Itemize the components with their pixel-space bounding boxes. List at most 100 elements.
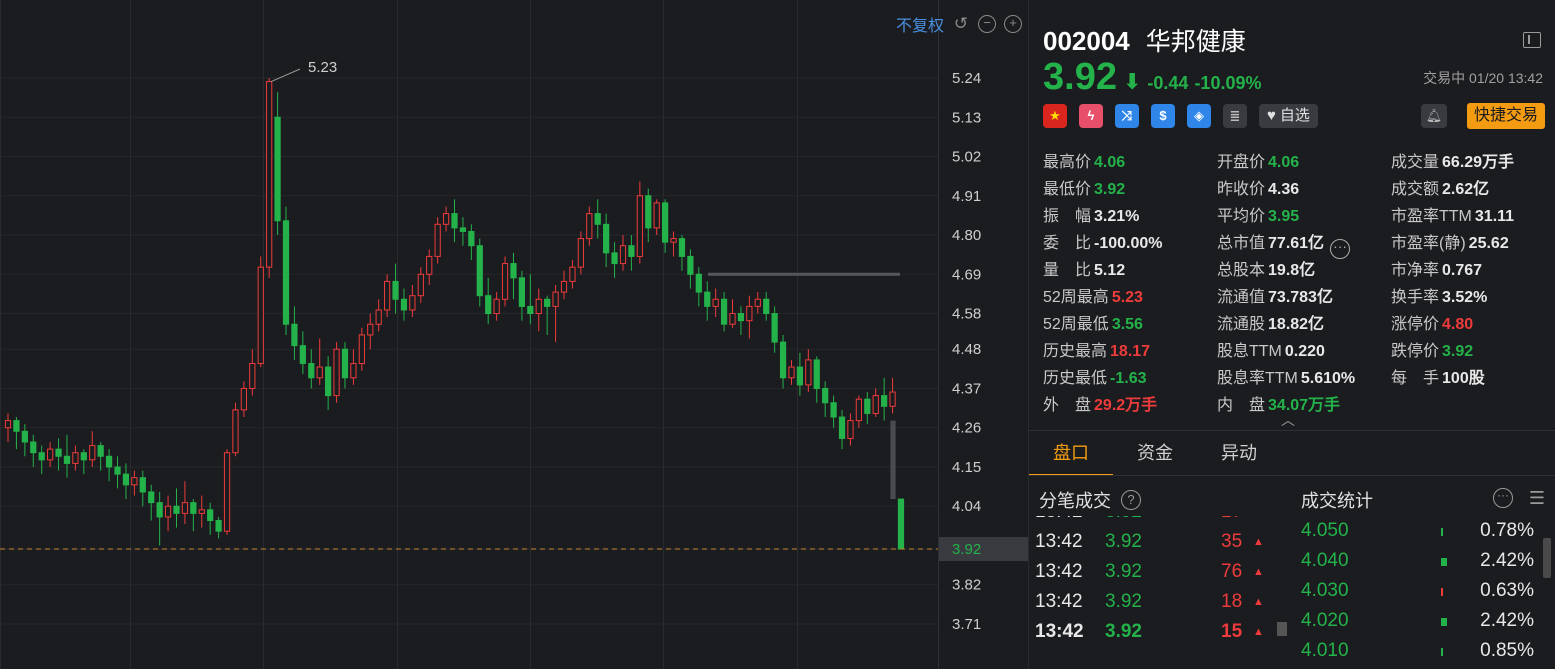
tab-1[interactable]: 资金 <box>1113 432 1197 476</box>
candle-body <box>779 341 787 379</box>
volume-stats-list[interactable]: 4.050 0.78% 4.040 2.42% 4.030 0.63% 4.020 2.42%… <box>1291 516 1555 669</box>
candle-body <box>156 502 163 518</box>
candle-body <box>341 348 349 379</box>
tick-time: 13:42 <box>1035 531 1083 552</box>
y-tick-label: 3.82 <box>952 577 981 594</box>
stat-value: 4.06 <box>1268 154 1300 171</box>
stat-item: 昨收价 4.36 <box>1217 175 1299 199</box>
candle-body <box>746 305 753 322</box>
candle-body <box>577 238 584 268</box>
candle-body <box>105 455 113 468</box>
tick-time: 13:42 <box>1035 561 1083 582</box>
candle-body <box>47 448 54 461</box>
candle-body <box>754 298 761 307</box>
y-tick-label: 4.80 <box>952 227 981 244</box>
collapse-chevron-icon[interactable]: ︿ <box>1281 410 1295 430</box>
margin-trading-icon[interactable]: ϟ <box>1079 104 1103 128</box>
candle-body <box>881 395 888 407</box>
candle-body <box>796 366 804 386</box>
stat-label: 流通股 <box>1217 316 1266 333</box>
stat-item: 量 比 5.12 <box>1043 256 1125 280</box>
help-icon[interactable]: ? <box>1121 490 1141 510</box>
stat-pct: 0.63% <box>1480 580 1534 601</box>
bell-icon[interactable]: 🔔︎ <box>1421 104 1447 128</box>
stat-item: 委 比 -100.00% <box>1043 229 1163 253</box>
stat-label: 每 手 <box>1391 370 1440 387</box>
ticks-list[interactable]: 13:423.9217▲13:423.9235▲13:423.9276▲13:4… <box>1029 516 1279 669</box>
candle-body <box>704 291 711 307</box>
candle-body <box>383 280 391 311</box>
candle-body <box>544 298 551 307</box>
layout-toggle-icon[interactable] <box>1523 32 1541 48</box>
fuquan-button[interactable]: 不复权 <box>896 12 944 36</box>
stat-item: 市净率 0.767 <box>1391 256 1482 280</box>
candle-body <box>855 398 862 422</box>
buy-up-icon: ▲ <box>1253 596 1264 608</box>
candle-body <box>518 277 526 307</box>
stat-label: 股息率TTM <box>1217 370 1298 387</box>
candle-body <box>89 445 96 461</box>
candle-body <box>687 255 694 275</box>
stat-label: 成交额 <box>1391 181 1440 198</box>
stat-item: 市盈率(静) 25.62 <box>1391 229 1509 253</box>
stat-item: 流通值 73.783亿 <box>1217 283 1333 307</box>
stat-label: 开盘价 <box>1217 154 1266 171</box>
stat-price: 4.040 <box>1301 550 1349 571</box>
candle-body <box>476 245 483 297</box>
kline-chart[interactable]: 5.24 5.13 5.02 4.91 4.80 4.69 4.58 4.48 4.37 4.26… <box>0 0 1028 669</box>
ticks-scrollbar[interactable] <box>1277 622 1287 636</box>
stat-label: 股息TTM <box>1217 343 1282 360</box>
candle-body <box>569 266 576 282</box>
candle-body <box>645 195 652 229</box>
stat-label: 内 盘 <box>1217 397 1266 414</box>
candle-body <box>409 295 416 311</box>
china-flag-icon[interactable]: ★ <box>1043 104 1067 128</box>
quick-trade-button[interactable]: 快捷交易 <box>1466 103 1545 129</box>
stat-value: 77.61亿 <box>1268 235 1325 252</box>
dollar-icon[interactable]: $ <box>1151 104 1175 128</box>
note-icon[interactable]: ≣ <box>1223 104 1247 128</box>
undo-icon[interactable]: ↺ <box>952 15 970 33</box>
more-icon[interactable]: ··· <box>1493 488 1513 508</box>
y-tick-label: 3.71 <box>952 616 981 633</box>
zoom-in-icon[interactable]: + <box>1004 15 1022 33</box>
tab-2[interactable]: 异动 <box>1197 432 1281 476</box>
stat-value: 5.23 <box>1111 289 1143 306</box>
candle-body <box>594 213 601 225</box>
tick-row: 13:42 3.92 18 ▲ <box>1029 587 1279 617</box>
tab-0[interactable]: 盘口 <box>1029 432 1113 476</box>
candle-body <box>21 430 28 443</box>
add-favorite-button[interactable]: ♥ 自选 <box>1259 104 1318 128</box>
stat-value: 3.92 <box>1442 343 1474 360</box>
kline-svg[interactable]: 5.24 5.13 5.02 4.91 4.80 4.69 4.58 4.48 4.37 4.26… <box>0 0 1028 669</box>
candle-body <box>451 213 458 229</box>
stat-item: 流通股 18.82亿 <box>1217 310 1324 334</box>
candle-body <box>215 520 222 532</box>
candle-body <box>788 366 795 379</box>
stat-label: 最低价 <box>1043 181 1092 198</box>
tag-icons-row: ★ ϟ ⤨ $ ◈ ≣ ♥ 自选 <box>1043 104 1318 128</box>
zoom-out-icon[interactable]: − <box>978 15 996 33</box>
tick-volume: 18 <box>1221 591 1243 612</box>
tick-price: 3.92 <box>1105 591 1142 612</box>
volume-stats-scrollbar[interactable] <box>1543 538 1551 578</box>
candle-body <box>729 313 736 325</box>
candle-body <box>190 502 197 514</box>
candle-body <box>493 298 500 315</box>
candle-body <box>611 252 618 265</box>
stat-label: 成交量 <box>1391 154 1440 171</box>
candle-body <box>712 298 719 307</box>
connect-icon[interactable]: ⤨ <box>1115 104 1139 128</box>
candle-body <box>737 313 745 322</box>
stat-value: 66.29万手 <box>1442 154 1515 171</box>
volume-stats-header: 成交统计 <box>1301 487 1373 513</box>
candle-body <box>333 348 340 397</box>
stat-value: 3.21% <box>1094 208 1140 225</box>
candle-body <box>434 223 441 257</box>
list-settings-icon[interactable]: ☰ <box>1529 488 1545 508</box>
divider <box>1029 430 1555 431</box>
stat-item: 涨停价 4.80 <box>1391 310 1473 334</box>
tag-icon[interactable]: ◈ <box>1187 104 1211 128</box>
candle-body <box>636 195 643 257</box>
stat-item: 内 盘 34.07万手 <box>1217 391 1340 415</box>
